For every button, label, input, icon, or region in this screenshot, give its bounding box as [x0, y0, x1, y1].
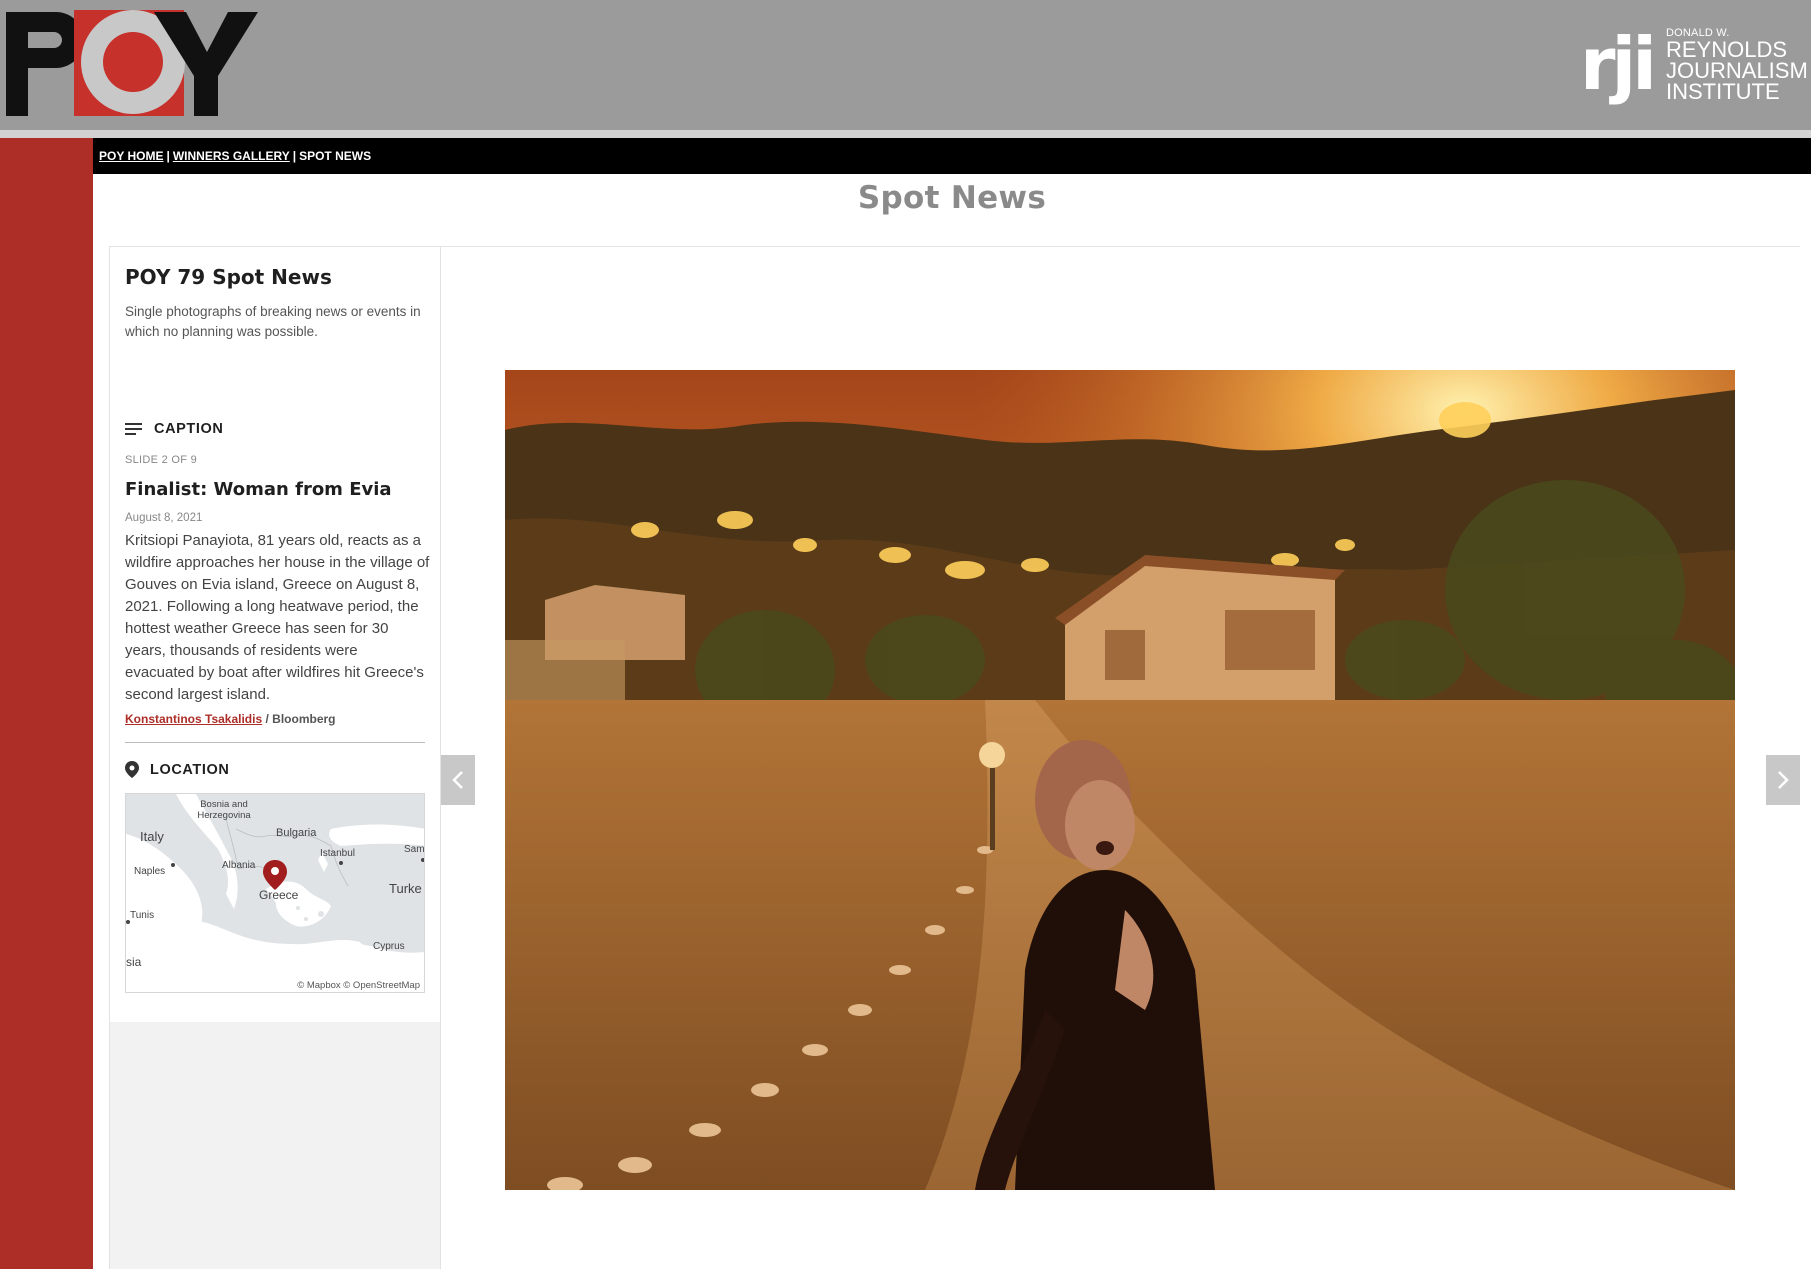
map-label-naples: Naples	[134, 866, 166, 877]
slide-photo[interactable]	[505, 370, 1735, 1190]
credit-separator: /	[265, 712, 269, 726]
category-description: Single photographs of breaking news or e…	[125, 304, 421, 339]
map-label-samsun: Sam	[404, 844, 425, 855]
photo-date: August 8, 2021	[125, 512, 203, 524]
site-header: rji DONALD W. REYNOLDS JOURNALISM INSTIT…	[0, 0, 1811, 130]
location-heading: LOCATION	[150, 761, 230, 778]
caption-sidebar: POY 79 Spot News Single photographs of b…	[109, 246, 441, 1269]
rji-line-3: JOURNALISM	[1666, 58, 1808, 83]
map-attribution[interactable]: © Mapbox © OpenStreetMap	[295, 980, 422, 991]
rji-wordmark: DONALD W. REYNOLDS JOURNALISM INSTITUTE	[1666, 27, 1808, 104]
map-label-bosnia: Bosnia and Herzegovina	[197, 799, 251, 821]
map-label-albania: Albania	[222, 860, 256, 871]
map-label-italy: Italy	[140, 829, 164, 844]
breadcrumb-winners-gallery-link[interactable]: WINNERS GALLERY	[173, 149, 290, 163]
caption-heading: CAPTION	[154, 421, 224, 437]
breadcrumb-current: SPOT NEWS	[299, 149, 372, 163]
breadcrumb: POY HOME | WINNERS GALLERY | SPOT NEWS	[93, 138, 1811, 174]
next-slide-button[interactable]	[1766, 755, 1800, 805]
page-title: Spot News	[857, 180, 1047, 216]
map-pin-icon[interactable]	[263, 860, 287, 890]
photo-caption: Kritsiopi Panayiota, 81 years old, react…	[125, 532, 430, 703]
chevron-left-icon	[452, 771, 463, 789]
location-pin-icon	[125, 761, 139, 778]
chevron-right-icon	[1778, 771, 1789, 789]
category-title: POY 79 Spot News	[125, 265, 332, 289]
location-map[interactable]: Bosnia and Herzegovina Italy Bulgaria Is…	[125, 793, 425, 993]
photographer-link[interactable]: Konstantinos Tsakalidis	[125, 712, 262, 726]
breadcrumb-separator: |	[292, 149, 297, 163]
map-label-turkey: Turke	[389, 881, 422, 896]
map-label-istanbul: Istanbul	[320, 848, 356, 859]
map-label-tunis: Tunis	[130, 910, 155, 921]
map-label-tunisia: sia	[126, 955, 142, 969]
previous-slide-button[interactable]	[441, 755, 475, 805]
breadcrumb-separator: |	[166, 149, 170, 163]
caption-section-header: CAPTION	[125, 421, 223, 437]
rji-line-2: REYNOLDS	[1666, 37, 1788, 62]
map-label-cyprus: Cyprus	[373, 941, 405, 952]
location-section-header: LOCATION	[125, 761, 229, 778]
caption-icon	[125, 423, 142, 435]
rji-line-4: INSTITUTE	[1666, 79, 1780, 104]
breadcrumb-poy-home-link[interactable]: POY HOME	[99, 149, 163, 163]
agency-name: Bloomberg	[272, 712, 336, 726]
wildfire-photo-illustration	[505, 370, 1735, 1190]
slide-counter: SLIDE 2 OF 9	[125, 454, 198, 466]
section-divider	[125, 742, 425, 743]
header-divider	[0, 130, 1811, 138]
poy-logo[interactable]	[4, 4, 260, 116]
left-accent-band	[0, 138, 93, 1269]
title-divider	[440, 246, 1800, 247]
map-label-bulgaria: Bulgaria	[276, 827, 317, 839]
photo-title: Finalist: Woman from Evia	[125, 479, 392, 500]
rji-mark: rji	[1580, 22, 1657, 106]
map-label-greece: Greece	[259, 888, 299, 902]
caption-card: POY 79 Spot News Single photographs of b…	[110, 246, 440, 1022]
photo-credit: Konstantinos Tsakalidis / Bloomberg	[125, 712, 336, 726]
rji-logo[interactable]: rji DONALD W. REYNOLDS JOURNALISM INSTIT…	[1580, 22, 1808, 122]
